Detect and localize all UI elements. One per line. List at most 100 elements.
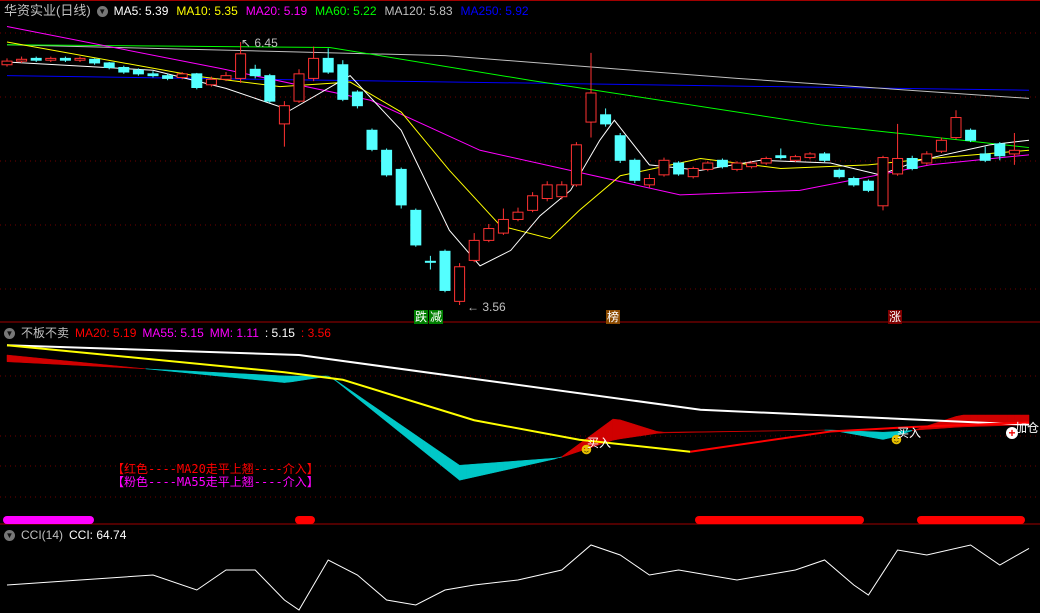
candle-down: [979, 153, 991, 161]
band-segment: [138, 367, 146, 370]
band-segment: [189, 370, 198, 375]
band-segment: [211, 371, 219, 377]
band-segment: [386, 414, 395, 429]
band-segment: [335, 379, 344, 388]
band-segment: [546, 457, 555, 461]
band-segment: [452, 459, 460, 481]
band-segment: [875, 431, 884, 440]
band-segment: [495, 461, 504, 473]
candle-down: [103, 62, 115, 68]
event-tag[interactable]: 跌: [414, 310, 429, 324]
candle-up: [921, 153, 933, 164]
band-segment: [415, 434, 424, 452]
band-segment: [868, 431, 876, 439]
band-segment: [678, 431, 687, 433]
band-segment: [627, 421, 636, 439]
main-legend: 华资实业(日线) ▼ MA5: 5.39 MA10: 5.35 MA20: 5.19…: [4, 3, 529, 19]
ma-indicator-1: MA10: 5.35: [176, 4, 238, 18]
event-tag[interactable]: 涨: [888, 310, 903, 324]
candle-up: [16, 58, 28, 62]
signal-bar: [695, 516, 865, 524]
high-price-value: 6.45: [254, 36, 278, 50]
high-price-label: ↖ 6.45: [241, 36, 278, 50]
candle-down: [439, 250, 451, 291]
candle-up: [527, 195, 539, 211]
sub-indicator-3: : 5.15: [264, 326, 295, 340]
candle-down: [89, 58, 101, 64]
candle-down: [600, 114, 612, 125]
band-segment: [671, 431, 679, 434]
cci-title: CCI(14): [21, 528, 64, 542]
band-segment: [262, 374, 271, 382]
band-segment: [6, 354, 15, 363]
candle-down: [629, 159, 641, 181]
band-segment: [284, 375, 292, 383]
band-segment: [619, 419, 628, 440]
chevron-down-icon[interactable]: ▼: [96, 5, 108, 17]
ma-indicator-0: MA5: 5.39: [113, 4, 169, 18]
low-price-label: ← 3.56: [467, 300, 506, 314]
band-segment: [181, 370, 190, 374]
ma-indicator-5: MA250: 5.92: [460, 4, 529, 18]
candle-up: [935, 139, 947, 152]
candle-down: [994, 143, 1006, 157]
ma-indicator-list: MA5: 5.39 MA10: 5.35 MA20: 5.19 MA60: 5.22 M…: [114, 3, 529, 19]
sub-legend: ▼ 不板不卖 MA20: 5.19 MA55: 5.15 MM: 1.11: 5.1…: [4, 325, 331, 341]
candle-up: [702, 162, 714, 170]
chevron-down-icon[interactable]: ▼: [4, 327, 15, 339]
band-segment: [233, 373, 241, 379]
ma-line-ma20: [6, 26, 1030, 196]
band-segment: [692, 431, 701, 433]
candle-up: [45, 57, 57, 61]
signal-bar: [916, 516, 1025, 524]
band-segment: [503, 461, 511, 471]
candle-up: [950, 117, 962, 139]
candle-up: [176, 73, 188, 78]
candle-up: [235, 53, 247, 79]
candle-up: [1008, 149, 1020, 155]
band-segment: [160, 369, 168, 372]
band-segment: [349, 389, 358, 399]
candle-down: [337, 64, 349, 100]
candle-up: [308, 57, 320, 79]
candle-up: [220, 75, 232, 80]
candle-up: [892, 157, 904, 175]
candle-down: [147, 73, 159, 77]
candle-down: [424, 260, 436, 263]
band-segment: [94, 363, 103, 367]
candle-down: [848, 178, 860, 186]
band-segment: [101, 364, 110, 368]
candle-up: [760, 157, 772, 164]
band-segment: [357, 394, 365, 405]
candle-down: [132, 69, 144, 75]
candle-down: [162, 75, 174, 79]
candle-down: [366, 129, 378, 150]
cci-legend: ▼ CCI(14) CCI: 64.74: [4, 527, 126, 543]
band-segment: [714, 431, 723, 433]
band-segment: [473, 463, 482, 478]
candle-down: [30, 57, 42, 61]
candle-up: [731, 162, 743, 170]
chart-canvas[interactable]: [0, 0, 1040, 613]
band-segment: [21, 356, 30, 364]
sub-indicator-4: : 3.56: [300, 326, 331, 340]
cci-line: [6, 544, 1030, 611]
band-segment: [276, 375, 285, 383]
band-segment: [167, 369, 176, 372]
band-segment: [130, 367, 139, 369]
candle-down: [716, 159, 728, 168]
candle-up: [454, 266, 466, 302]
ma-line-ma60: [6, 44, 1030, 149]
chevron-down-icon[interactable]: ▼: [4, 529, 15, 541]
candle-up: [585, 92, 597, 123]
band-segment: [269, 374, 278, 383]
candle-down: [965, 129, 977, 141]
band-segment: [488, 462, 497, 475]
band-segment: [700, 431, 709, 433]
sub-indicator-0: MA20: 5.19: [75, 326, 137, 340]
event-tag[interactable]: 减: [429, 310, 444, 324]
event-tag[interactable]: 榜: [606, 310, 621, 324]
candle-up: [1, 60, 13, 66]
ma-indicator-3: MA60: 5.22: [315, 4, 377, 18]
candle-down: [322, 57, 334, 73]
